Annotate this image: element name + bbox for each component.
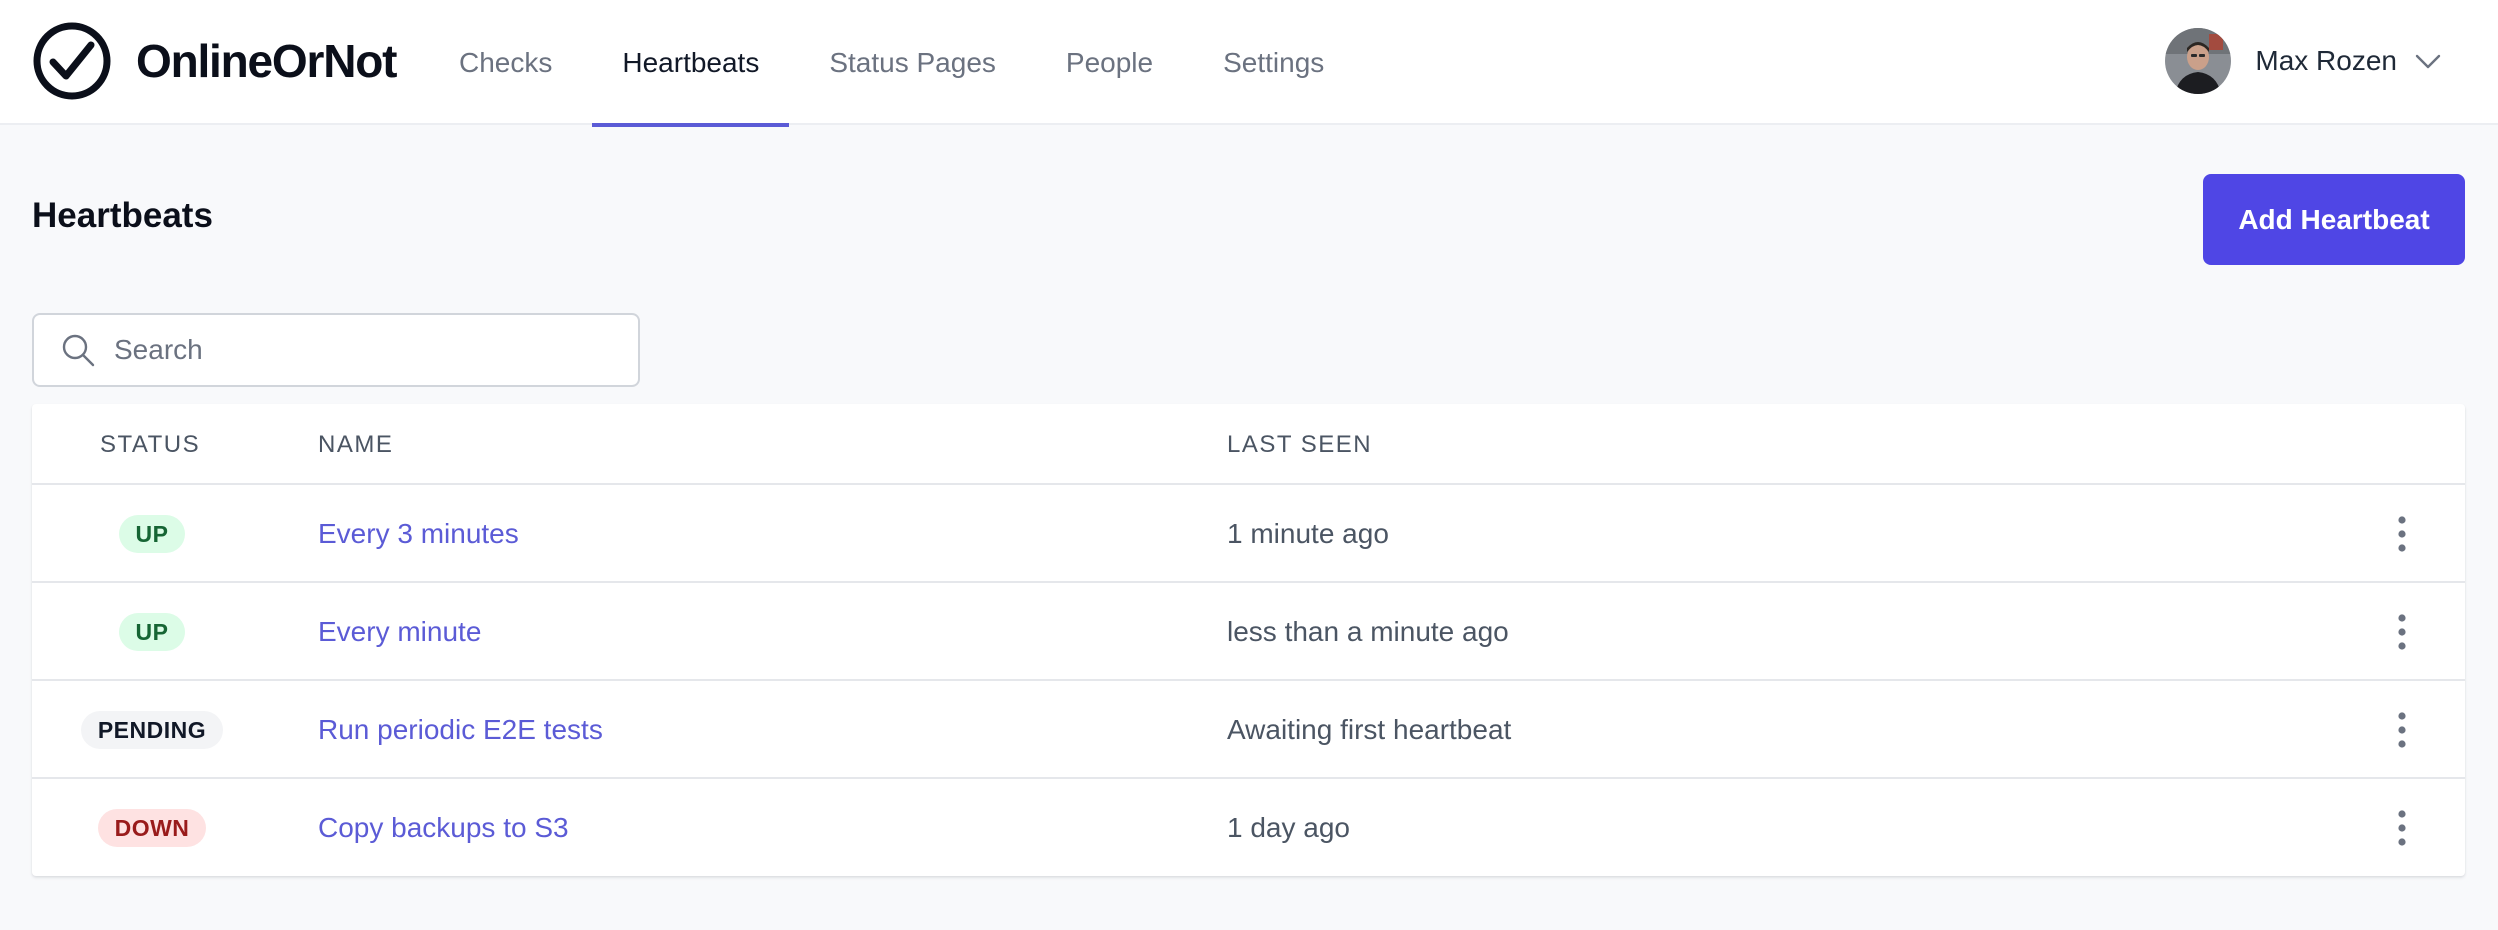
nav-item-status-pages[interactable]: Status Pages: [794, 0, 1031, 125]
name-cell: Run periodic E2E tests: [318, 681, 603, 779]
brand[interactable]: OnlineOrNot: [32, 20, 397, 102]
status-badge: PENDING: [80, 711, 224, 749]
status-cell: DOWN: [32, 779, 272, 877]
heartbeat-name-link[interactable]: Copy backups to S3: [318, 812, 569, 844]
last-seen-cell: less than a minute ago: [1227, 583, 1509, 681]
column-header-name: NAME: [318, 430, 394, 458]
table-row: PENDING Run periodic E2E tests Awaiting …: [32, 681, 2465, 779]
row-menu-cell: [2372, 779, 2432, 877]
heartbeat-name-link[interactable]: Every minute: [318, 616, 481, 648]
last-seen-cell: 1 day ago: [1227, 779, 1350, 877]
nav-item-heartbeats[interactable]: Heartbeats: [587, 0, 794, 127]
search-box: [32, 313, 640, 387]
table-header: STATUS NAME LAST SEEN: [32, 404, 2465, 485]
top-navigation: OnlineOrNot Checks Heartbeats Status Pag…: [0, 0, 2498, 127]
row-menu-cell: [2372, 485, 2432, 583]
chevron-down-icon: [2415, 54, 2441, 69]
column-header-status: STATUS: [100, 430, 201, 458]
status-cell: UP: [32, 583, 272, 681]
more-vertical-icon[interactable]: [2396, 612, 2408, 652]
status-badge: DOWN: [97, 809, 207, 847]
check-circle-icon: [33, 22, 111, 100]
last-seen-text: 1 minute ago: [1227, 518, 1389, 549]
more-vertical-icon[interactable]: [2396, 710, 2408, 750]
name-cell: Every minute: [318, 583, 481, 681]
nav-item-checks[interactable]: Checks: [424, 0, 587, 125]
avatar-image: [2165, 28, 2232, 94]
column-header-last-seen: LAST SEEN: [1227, 430, 1373, 458]
nav-item-people[interactable]: People: [1031, 0, 1188, 125]
last-seen-text: less than a minute ago: [1227, 616, 1509, 647]
heartbeats-table: STATUS NAME LAST SEEN UP Every 3 minutes…: [32, 404, 2465, 876]
table-row: UP Every minute less than a minute ago: [32, 583, 2465, 681]
user-menu[interactable]: Max Rozen: [2165, 28, 2443, 94]
last-seen-cell: 1 minute ago: [1227, 485, 1389, 583]
nav-item-settings[interactable]: Settings: [1188, 0, 1359, 125]
heartbeat-name-link[interactable]: Run periodic E2E tests: [318, 714, 603, 746]
last-seen-cell: Awaiting first heartbeat: [1227, 681, 1511, 779]
table-row: UP Every 3 minutes 1 minute ago: [32, 485, 2465, 583]
brand-name: OnlineOrNot: [136, 35, 397, 87]
more-vertical-icon[interactable]: [2396, 514, 2408, 554]
heartbeat-name-link[interactable]: Every 3 minutes: [318, 518, 519, 550]
row-menu-cell: [2372, 681, 2432, 779]
user-name: Max Rozen: [2255, 45, 2397, 76]
status-badge: UP: [118, 613, 186, 651]
last-seen-text: 1 day ago: [1227, 812, 1350, 843]
search-input[interactable]: [114, 334, 594, 366]
main-nav: Checks Heartbeats Status Pages People Se…: [424, 0, 1359, 127]
name-cell: Every 3 minutes: [318, 485, 519, 583]
search-icon: [62, 334, 95, 367]
status-badge: UP: [118, 515, 186, 553]
row-menu-cell: [2372, 583, 2432, 681]
status-cell: PENDING: [32, 681, 272, 779]
add-heartbeat-button[interactable]: Add Heartbeat: [2203, 174, 2465, 265]
avatar: [2165, 28, 2232, 94]
name-cell: Copy backups to S3: [318, 779, 569, 877]
page-title: Heartbeats: [32, 196, 213, 235]
more-vertical-icon[interactable]: [2396, 808, 2408, 848]
last-seen-text: Awaiting first heartbeat: [1227, 714, 1512, 745]
table-row: DOWN Copy backups to S3 1 day ago: [32, 779, 2465, 877]
status-cell: UP: [32, 485, 272, 583]
